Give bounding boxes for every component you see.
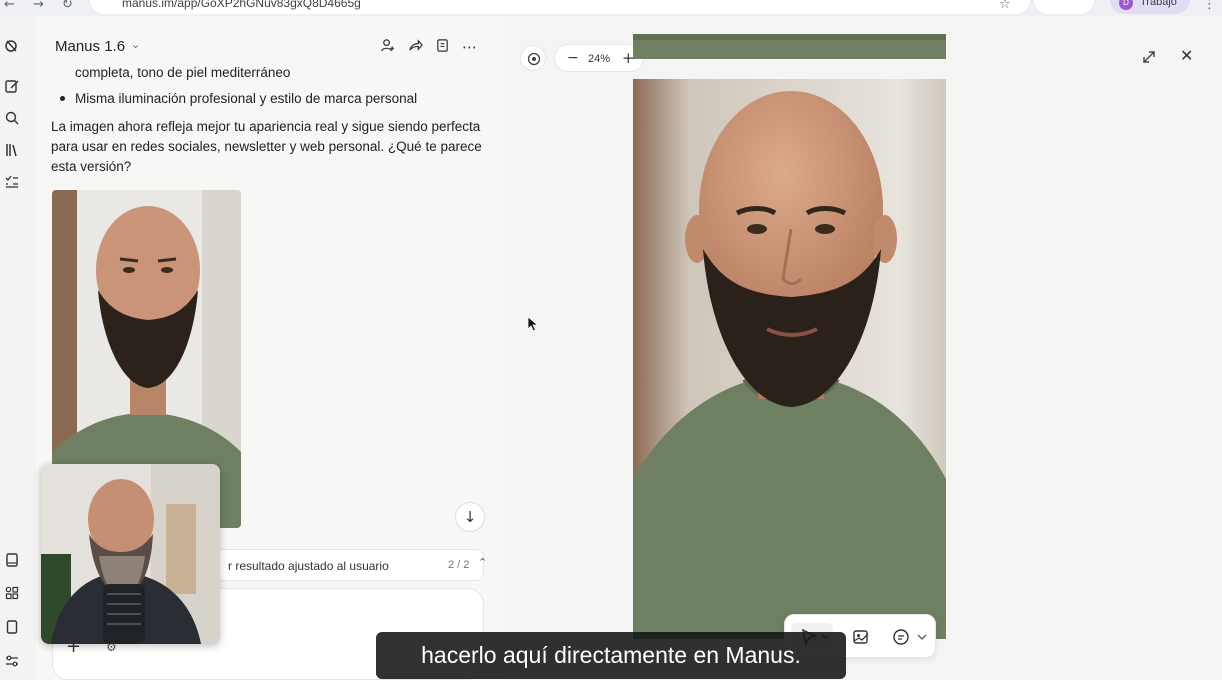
zoom-out-button[interactable]: − — [567, 50, 579, 66]
forward-icon[interactable]: → — [33, 0, 44, 12]
new-task-icon[interactable] — [4, 78, 20, 94]
profile-name: Trabajo — [1140, 0, 1177, 8]
comment-icon[interactable] — [892, 628, 910, 646]
webcam-overlay — [41, 464, 220, 644]
settings-icon[interactable] — [4, 653, 20, 669]
reload-icon[interactable]: ↻ — [62, 0, 73, 12]
add-collaborator-icon[interactable] — [380, 38, 396, 54]
model-title[interactable]: Manus 1.6 — [55, 38, 125, 55]
bullet-item: Misma iluminación profesional y estilo d… — [75, 91, 418, 106]
files-icon[interactable] — [435, 38, 451, 54]
more-options-icon[interactable]: ⋯ — [462, 38, 478, 56]
expand-icon[interactable] — [1140, 48, 1158, 66]
tablet-icon[interactable] — [4, 619, 20, 635]
assistant-message: La imagen ahora refleja mejor tu aparien… — [51, 119, 482, 174]
reset-view-button[interactable] — [520, 45, 546, 71]
edit-image-icon[interactable] — [852, 628, 870, 646]
extensions-area[interactable] — [1034, 0, 1094, 14]
search-icon[interactable] — [4, 110, 20, 126]
task-count: 2 / 2 — [448, 559, 470, 571]
tasks-list-icon[interactable] — [4, 174, 20, 190]
chevron-down-icon[interactable] — [916, 628, 934, 646]
icon-rail — [0, 16, 36, 680]
library-icon[interactable] — [4, 142, 20, 158]
bullet-continuation: completa, tono de piel mediterráneo — [75, 65, 291, 80]
url-text[interactable]: manus.im/app/GoXP2hGNuv83gxQ8D4665g — [122, 0, 361, 10]
full-portrait-image[interactable] — [633, 79, 946, 639]
mouse-cursor-icon — [527, 316, 539, 332]
browser-toolbar: ← → ↻ manus.im/app/GoXP2hGNuv83gxQ8D4665… — [0, 0, 1222, 16]
share-icon[interactable] — [408, 38, 424, 54]
video-subtitle: hacerlo aquí directamente en Manus. — [376, 632, 846, 679]
browser-menu-icon[interactable]: ⋮ — [1203, 0, 1216, 12]
chevron-up-icon[interactable]: ⌃ — [478, 556, 487, 569]
bullet-dot — [60, 96, 65, 101]
scroll-to-bottom-button[interactable]: ↓ — [455, 502, 485, 532]
chevron-down-icon[interactable]: ⌄ — [131, 38, 140, 51]
task-label: r resultado ajustado al usuario — [228, 559, 389, 573]
previous-image-strip[interactable] — [633, 34, 946, 59]
zoom-level: 24% — [588, 53, 611, 65]
close-icon[interactable]: ✕ — [1180, 46, 1193, 65]
image-viewer: − 24% + ✕ — [503, 16, 1222, 680]
bookmark-star-icon[interactable]: ☆ — [999, 0, 1011, 12]
manus-logo-icon[interactable] — [4, 38, 20, 54]
back-icon[interactable]: ← — [4, 0, 15, 12]
zoom-control: − 24% + — [554, 44, 644, 72]
apps-icon[interactable] — [4, 585, 20, 601]
book-icon[interactable] — [4, 552, 20, 568]
